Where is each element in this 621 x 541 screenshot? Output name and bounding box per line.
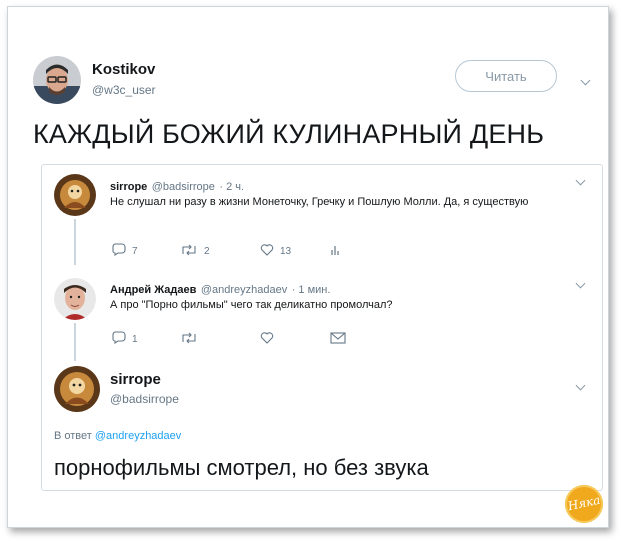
reply-icon bbox=[112, 243, 126, 259]
sirrope-avatar[interactable] bbox=[54, 174, 96, 216]
thread-line bbox=[74, 323, 76, 361]
tweet-card: Kostikov @w3c_user Читать КАЖДЫЙ БОЖИЙ К… bbox=[7, 6, 609, 528]
chevron-down-icon[interactable] bbox=[575, 175, 586, 186]
reply-action[interactable]: 7 bbox=[112, 243, 180, 259]
tweet1-time[interactable]: · 2 ч. bbox=[219, 181, 244, 193]
tweet2-time[interactable]: · 1 мин. bbox=[292, 284, 331, 296]
reply-thread: sirrope @badsirrope · 2 ч. Не слушал ни … bbox=[41, 164, 603, 491]
tweet2-text: А про "Порно фильмы" чего так деликатно … bbox=[110, 299, 393, 311]
tweet1-handle[interactable]: @badsirrope bbox=[152, 181, 215, 193]
tweet3-handle[interactable]: @badsirrope bbox=[110, 392, 179, 406]
follow-button[interactable]: Читать bbox=[455, 60, 557, 92]
tweet1-text: Не слушал ни разу в жизни Монеточку, Гре… bbox=[110, 196, 529, 208]
heart-icon bbox=[260, 243, 274, 259]
tweet1-author[interactable]: sirrope bbox=[110, 181, 147, 193]
heart-icon bbox=[260, 331, 274, 347]
watermark-logo: Няка bbox=[565, 485, 603, 523]
tweet3-author[interactable]: sirrope bbox=[110, 371, 161, 388]
author-handle[interactable]: @w3c_user bbox=[92, 83, 156, 97]
reply-action[interactable]: 1 bbox=[112, 331, 180, 347]
tweet3-text: порнофильмы смотрел, но без звука bbox=[54, 455, 429, 480]
like-count: 13 bbox=[280, 245, 292, 257]
tweet-text: КАЖДЫЙ БОЖИЙ КУЛИНАРНЫЙ ДЕНЬ bbox=[33, 119, 545, 149]
message-action[interactable] bbox=[330, 331, 346, 347]
retweet-action[interactable] bbox=[180, 332, 260, 347]
reply-context: В ответ @andreyzhadaev bbox=[54, 430, 181, 442]
like-action[interactable] bbox=[260, 331, 330, 347]
reply-count: 1 bbox=[132, 333, 138, 345]
retweet-action[interactable]: 2 bbox=[180, 244, 260, 259]
reply-count: 7 bbox=[132, 245, 138, 257]
chevron-down-icon[interactable] bbox=[575, 278, 586, 289]
reply-prefix: В ответ bbox=[54, 430, 92, 442]
tweet2-handle[interactable]: @andreyzhadaev bbox=[201, 284, 287, 296]
reply-icon bbox=[112, 331, 126, 347]
reply-to-link[interactable]: @andreyzhadaev bbox=[95, 430, 181, 442]
like-action[interactable]: 13 bbox=[260, 243, 330, 259]
analytics-action[interactable] bbox=[330, 244, 340, 259]
retweet-icon bbox=[180, 244, 198, 259]
retweet-count: 2 bbox=[204, 245, 210, 257]
watermark-text: Няка bbox=[566, 492, 602, 514]
chevron-down-icon[interactable] bbox=[580, 75, 591, 86]
tweet2-author[interactable]: Андрей Жадаев bbox=[110, 284, 196, 296]
chevron-down-icon[interactable] bbox=[575, 380, 586, 391]
andrey-avatar[interactable] bbox=[54, 278, 96, 320]
sirrope-avatar[interactable] bbox=[54, 366, 100, 412]
analytics-icon bbox=[330, 244, 340, 259]
retweet-icon bbox=[180, 332, 198, 347]
thread-line bbox=[74, 219, 76, 265]
kostikov-avatar[interactable] bbox=[33, 56, 81, 104]
envelope-icon bbox=[330, 331, 346, 347]
author-name[interactable]: Kostikov bbox=[92, 61, 155, 78]
